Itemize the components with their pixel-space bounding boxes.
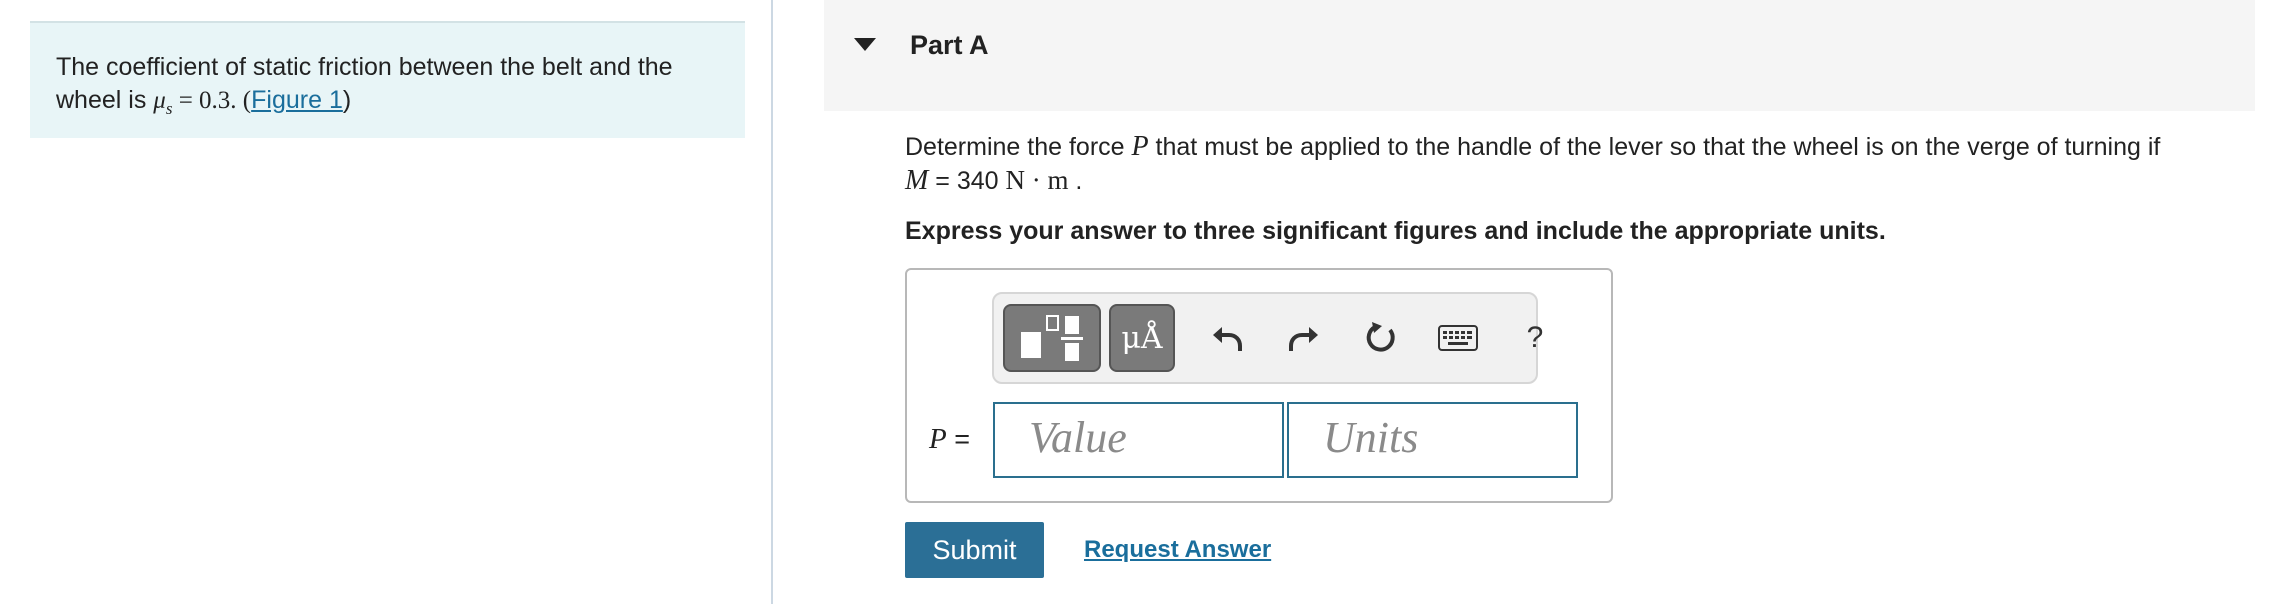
moment-value: = 340 — [928, 167, 1006, 195]
reset-icon[interactable] — [1358, 314, 1404, 362]
value-input[interactable]: Value — [993, 402, 1284, 478]
submit-button[interactable]: Submit — [905, 522, 1044, 578]
request-answer-link[interactable]: Request Answer — [1084, 536, 1271, 564]
keyboard-icon[interactable] — [1435, 314, 1481, 362]
question-text-end: that must be applied to the handle of th… — [1148, 133, 2161, 161]
templates-button[interactable] — [1003, 304, 1101, 372]
instruction-text: Express your answer to three significant… — [905, 217, 1886, 245]
answer-box: μÅ ? P = Value Units — [905, 268, 1613, 503]
answer-variable: P — [929, 423, 947, 455]
help-button[interactable]: ? — [1512, 314, 1558, 362]
answer-label: P = — [929, 423, 970, 456]
templates-icon — [1021, 315, 1083, 361]
math-toolbar: μÅ ? — [992, 292, 1543, 384]
moment-units: N · m — [1005, 165, 1069, 195]
mu-symbol: μ — [153, 87, 166, 114]
force-variable: P — [1131, 131, 1149, 162]
mu-value: = 0.3. ( — [172, 87, 252, 114]
part-title: Part A — [910, 30, 989, 60]
undo-icon[interactable] — [1204, 314, 1250, 362]
moment-variable: M — [905, 165, 929, 196]
symbols-button[interactable]: μÅ — [1109, 304, 1175, 372]
question-end: . — [1068, 167, 1083, 195]
answer-equals: = — [946, 424, 970, 454]
close-paren: ) — [342, 86, 352, 114]
question-text-start: Determine the force — [905, 133, 1132, 161]
collapse-caret-icon[interactable] — [854, 38, 876, 51]
info-text: The coefficient of static friction betwe… — [56, 53, 673, 114]
panel-divider — [771, 0, 773, 604]
part-a-header[interactable]: Part A — [824, 0, 2255, 111]
units-input[interactable]: Units — [1287, 402, 1578, 478]
question-text: Determine the force P that must be appli… — [905, 130, 2245, 198]
problem-info-box: The coefficient of static friction betwe… — [30, 21, 745, 138]
figure-1-link[interactable]: Figure 1 — [251, 86, 343, 114]
redo-icon[interactable] — [1281, 314, 1327, 362]
